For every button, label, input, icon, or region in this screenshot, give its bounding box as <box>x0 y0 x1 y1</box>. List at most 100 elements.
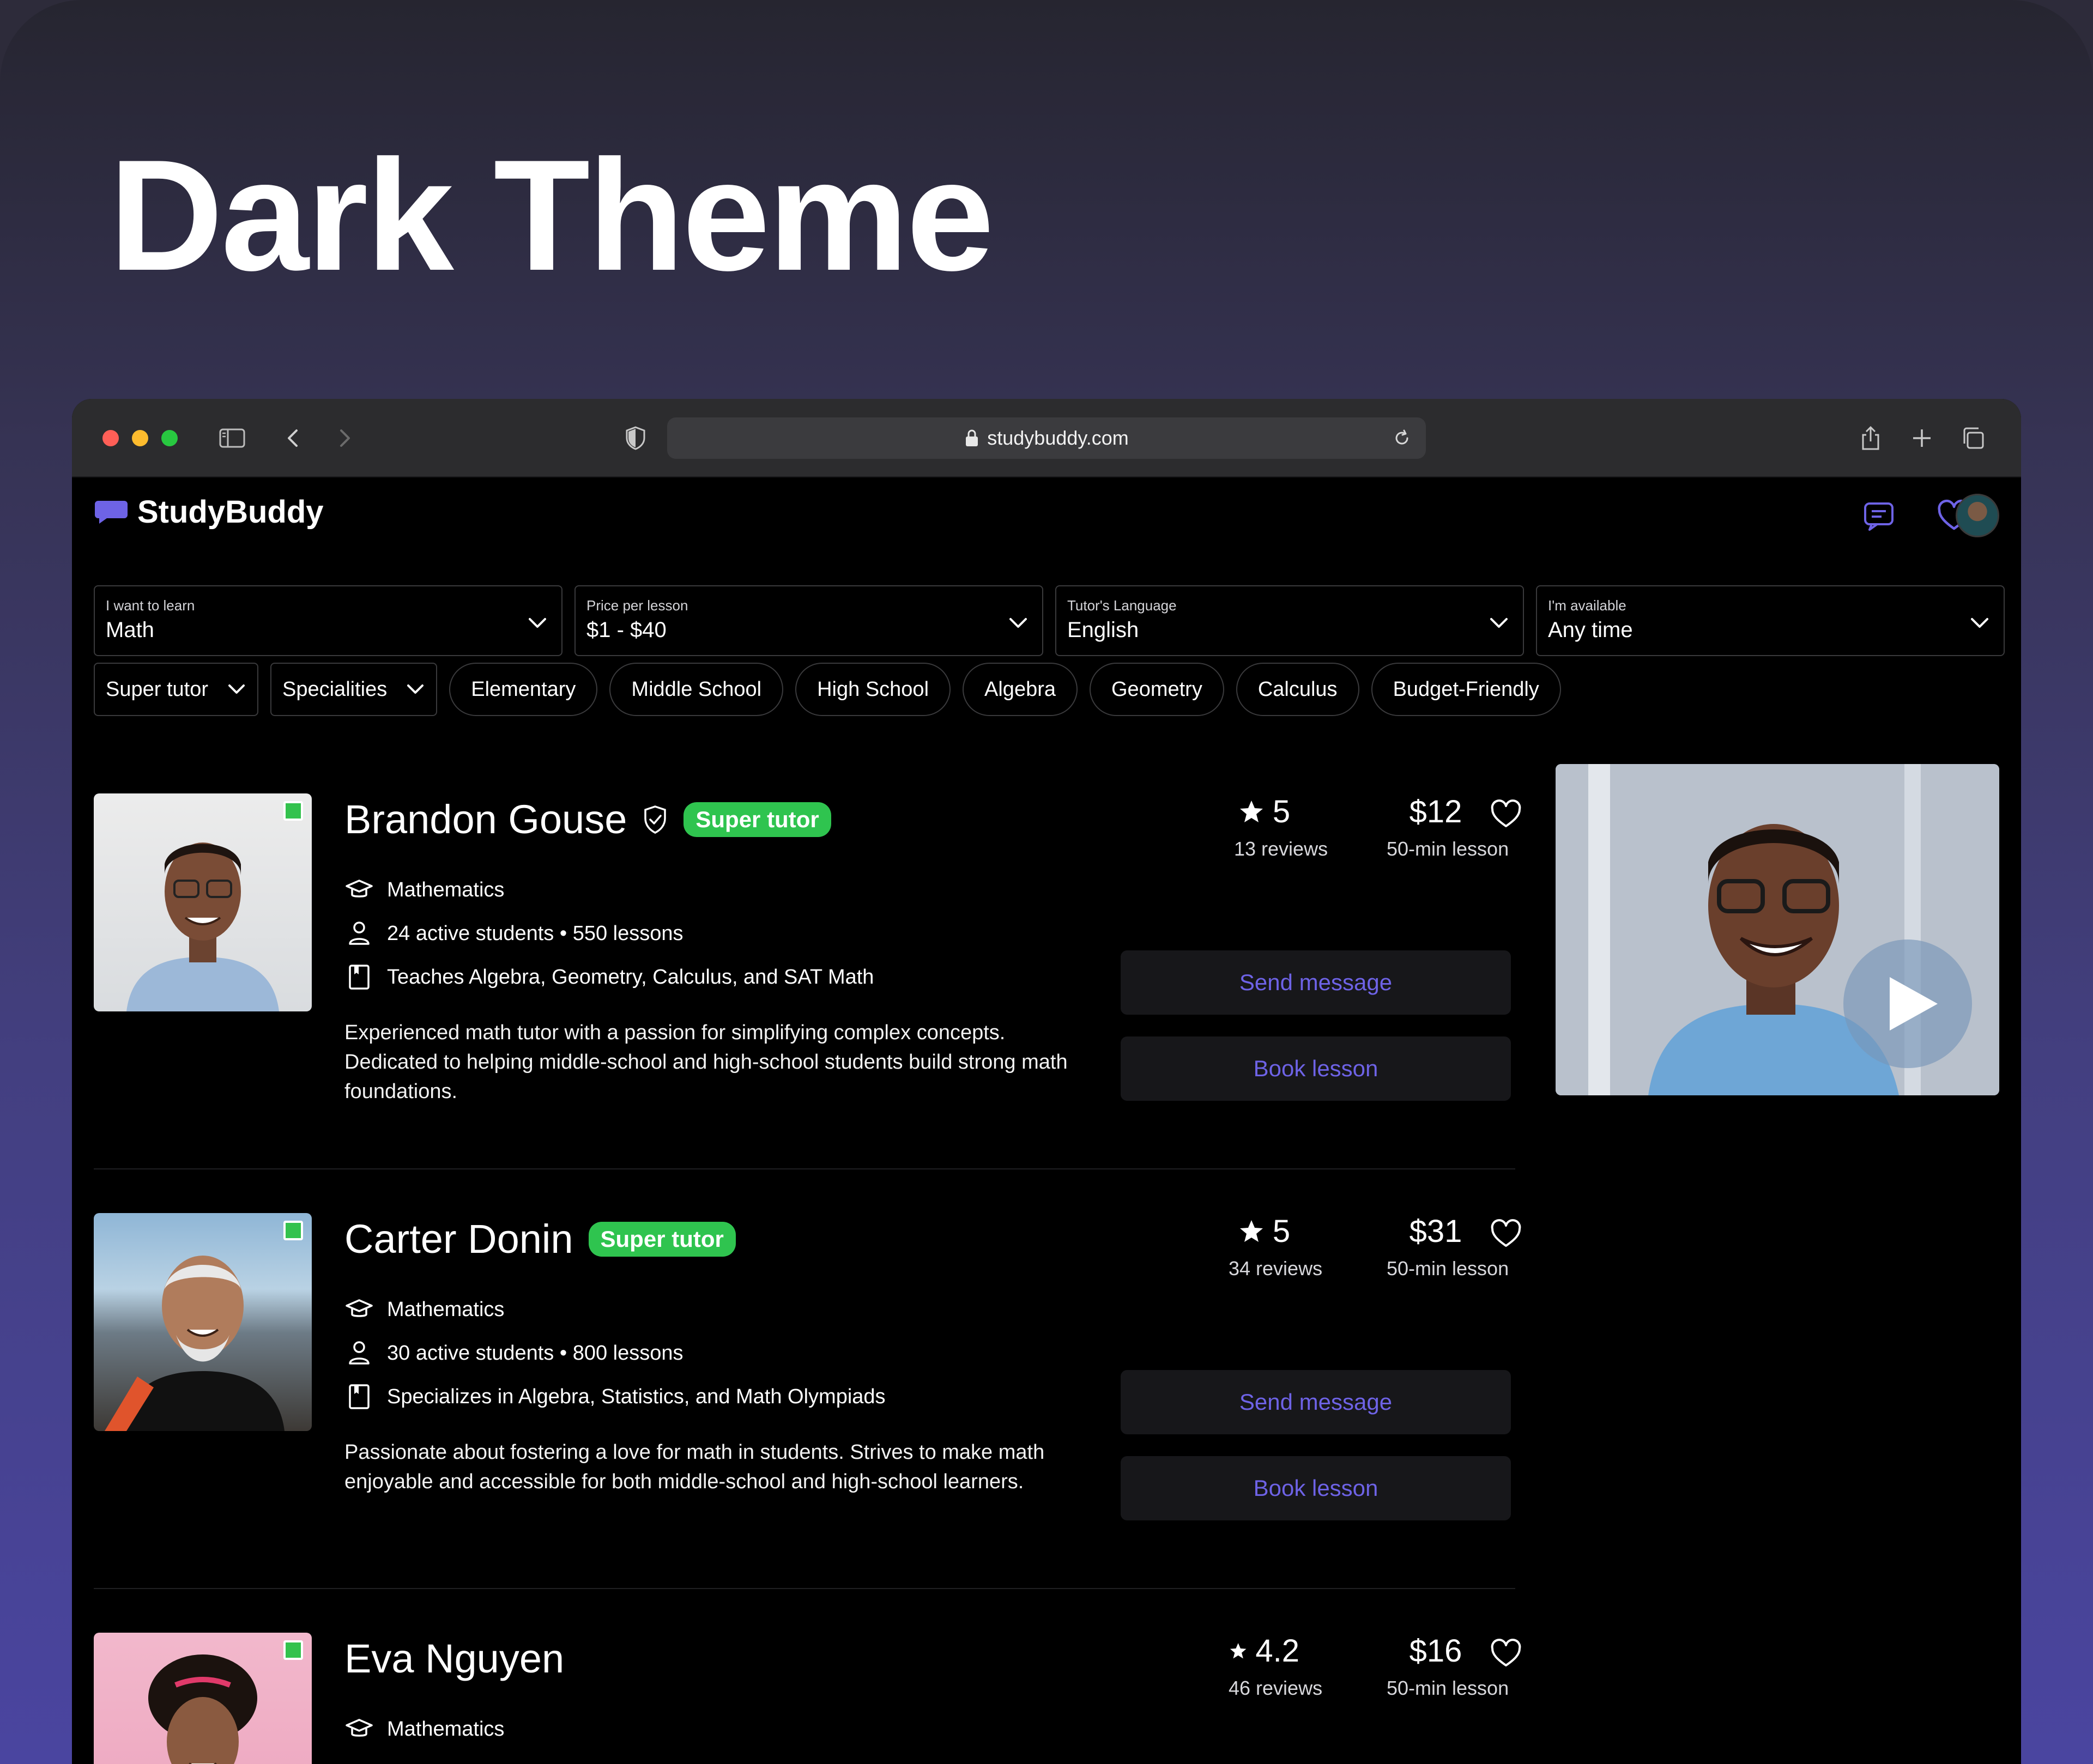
online-status-indicator <box>283 1640 303 1660</box>
star-icon <box>1239 1220 1263 1242</box>
tutor-name[interactable]: Brandon Gouse <box>344 796 627 842</box>
lesson-duration: 50-min lesson <box>1387 1257 1509 1280</box>
filter-label: I want to learn <box>106 597 195 614</box>
tutor-price: $12 <box>1409 794 1462 829</box>
messages-icon[interactable] <box>1860 497 1898 535</box>
rating-stat: 5 13 reviews <box>1234 793 1328 860</box>
star-icon <box>1230 1642 1247 1658</box>
card-divider <box>94 1168 1515 1169</box>
chip-middle-school[interactable]: Middle School <box>609 663 784 716</box>
chip-geometry[interactable]: Geometry <box>1090 663 1224 716</box>
chevron-down-icon <box>1971 618 1988 628</box>
book-lesson-button[interactable]: Book lesson <box>1121 1456 1511 1520</box>
tutor-reviews[interactable]: 13 reviews <box>1234 838 1328 860</box>
favorite-heart-icon[interactable] <box>1489 798 1523 829</box>
tutor-price: $16 <box>1409 1633 1462 1669</box>
brand-logo[interactable]: StudyBuddy <box>94 494 324 530</box>
tutor-rating: 5 <box>1272 794 1291 829</box>
favorite-heart-icon[interactable] <box>1489 1217 1523 1249</box>
verified-shield-icon <box>644 805 667 834</box>
forward-icon[interactable] <box>330 424 359 452</box>
tutor-photo[interactable] <box>94 793 312 1011</box>
book-icon <box>349 1384 370 1409</box>
tutor-name[interactable]: Carter Donin <box>344 1216 573 1262</box>
minimize-window-button[interactable] <box>132 430 148 446</box>
maximize-window-button[interactable] <box>161 430 178 446</box>
book-icon <box>349 965 370 990</box>
browser-toolbar: studybuddy.com <box>72 399 2021 477</box>
teaches-row: Teaches Algebra, Geometry, Calculus, and… <box>344 962 874 992</box>
chip-label: Super tutor <box>106 677 208 701</box>
privacy-shield-icon[interactable] <box>621 424 650 452</box>
filter-value: Math <box>106 618 154 642</box>
graduation-cap-icon <box>346 1719 373 1737</box>
super-tutor-dropdown[interactable]: Super tutor <box>94 663 258 716</box>
send-message-button[interactable]: Send message <box>1121 950 1511 1015</box>
new-tab-icon[interactable] <box>1908 424 1936 452</box>
tutor-photo[interactable] <box>94 1213 312 1431</box>
tutor-portrait-image <box>105 1256 285 1431</box>
filter-language[interactable]: Tutor's Language English <box>1055 585 1524 656</box>
online-status-indicator <box>283 1221 303 1240</box>
chevron-down-icon <box>407 684 424 694</box>
play-button[interactable] <box>1843 939 1972 1068</box>
studybuddy-page: StudyBuddy I want to learn Math Price pe… <box>72 477 2021 1764</box>
tutor-name-row: Brandon Gouse Super tutor <box>344 796 831 842</box>
user-avatar[interactable] <box>1956 494 1999 537</box>
intro-video-thumbnail[interactable] <box>1556 764 1999 1095</box>
share-icon[interactable] <box>1856 424 1885 452</box>
back-icon[interactable] <box>279 424 307 452</box>
close-window-button[interactable] <box>102 430 119 446</box>
online-status-indicator <box>283 801 303 821</box>
browser-window: studybuddy.com StudyBuddy I want to lear… <box>72 399 2021 1764</box>
address-bar[interactable]: studybuddy.com <box>667 417 1426 459</box>
teaches-row: Specializes in Algebra, Statistics, and … <box>344 1382 886 1411</box>
card-divider <box>94 1588 1515 1589</box>
book-lesson-button[interactable]: Book lesson <box>1121 1036 1511 1101</box>
tutor-teaches: Specializes in Algebra, Statistics, and … <box>387 1385 886 1408</box>
filter-subject[interactable]: I want to learn Math <box>94 585 562 656</box>
send-message-button[interactable]: Send message <box>1121 1370 1511 1434</box>
sidebar-toggle-icon[interactable] <box>218 424 246 452</box>
graduation-cap-icon <box>346 1299 373 1317</box>
filter-availability[interactable]: I'm available Any time <box>1536 585 2005 656</box>
specialities-dropdown[interactable]: Specialities <box>270 663 438 716</box>
person-icon <box>349 922 370 945</box>
filter-label: I'm available <box>1548 597 1626 614</box>
subject-row: Mathematics <box>344 1295 504 1324</box>
chip-elementary[interactable]: Elementary <box>449 663 598 716</box>
students-row: 24 active students • 550 lessons <box>344 919 683 948</box>
chip-calculus[interactable]: Calculus <box>1236 663 1359 716</box>
rating-stat: 5 34 reviews <box>1229 1213 1322 1280</box>
person-icon <box>349 1341 370 1365</box>
tutor-name-row: Eva Nguyen <box>344 1635 564 1682</box>
url-text: studybuddy.com <box>987 427 1129 449</box>
chip-high-school[interactable]: High School <box>795 663 951 716</box>
filter-price[interactable]: Price per lesson $1 - $40 <box>574 585 1043 656</box>
tutor-students: 30 active students • 800 lessons <box>387 1341 683 1365</box>
chat-bubble-logo-icon <box>95 500 128 524</box>
reload-icon[interactable] <box>1392 428 1412 448</box>
chip-algebra[interactable]: Algebra <box>963 663 1078 716</box>
rating-stat: 4.2 46 reviews <box>1229 1633 1322 1700</box>
tutor-name[interactable]: Eva Nguyen <box>344 1635 564 1682</box>
tutor-card: Carter Donin Super tutor Mathematics 30 … <box>94 1213 1521 1573</box>
tab-overview-icon[interactable] <box>1959 424 1987 452</box>
tutor-subject: Mathematics <box>387 878 505 901</box>
chip-budget-friendly[interactable]: Budget-Friendly <box>1371 663 1561 716</box>
tutor-reviews[interactable]: 46 reviews <box>1229 1677 1322 1700</box>
hero-title: Dark Theme <box>109 127 994 304</box>
subject-row: Mathematics <box>344 875 504 905</box>
favorite-heart-icon[interactable] <box>1489 1637 1523 1669</box>
price-stat: $12 50-min lesson <box>1387 793 1509 860</box>
tutor-price: $31 <box>1409 1214 1462 1249</box>
graduation-cap-icon <box>346 880 373 898</box>
tutor-rating: 5 <box>1272 1214 1291 1249</box>
price-stat: $16 50-min lesson <box>1387 1633 1509 1700</box>
tutor-reviews[interactable]: 34 reviews <box>1229 1257 1322 1280</box>
tutor-card: Brandon Gouse Super tutor Mathematics 24… <box>94 793 1521 1153</box>
chevron-down-icon <box>228 684 245 694</box>
tutor-photo[interactable] <box>94 1633 312 1764</box>
chevron-down-icon <box>1009 618 1027 628</box>
tutor-description: Passionate about fostering a love for ma… <box>344 1441 1045 1493</box>
